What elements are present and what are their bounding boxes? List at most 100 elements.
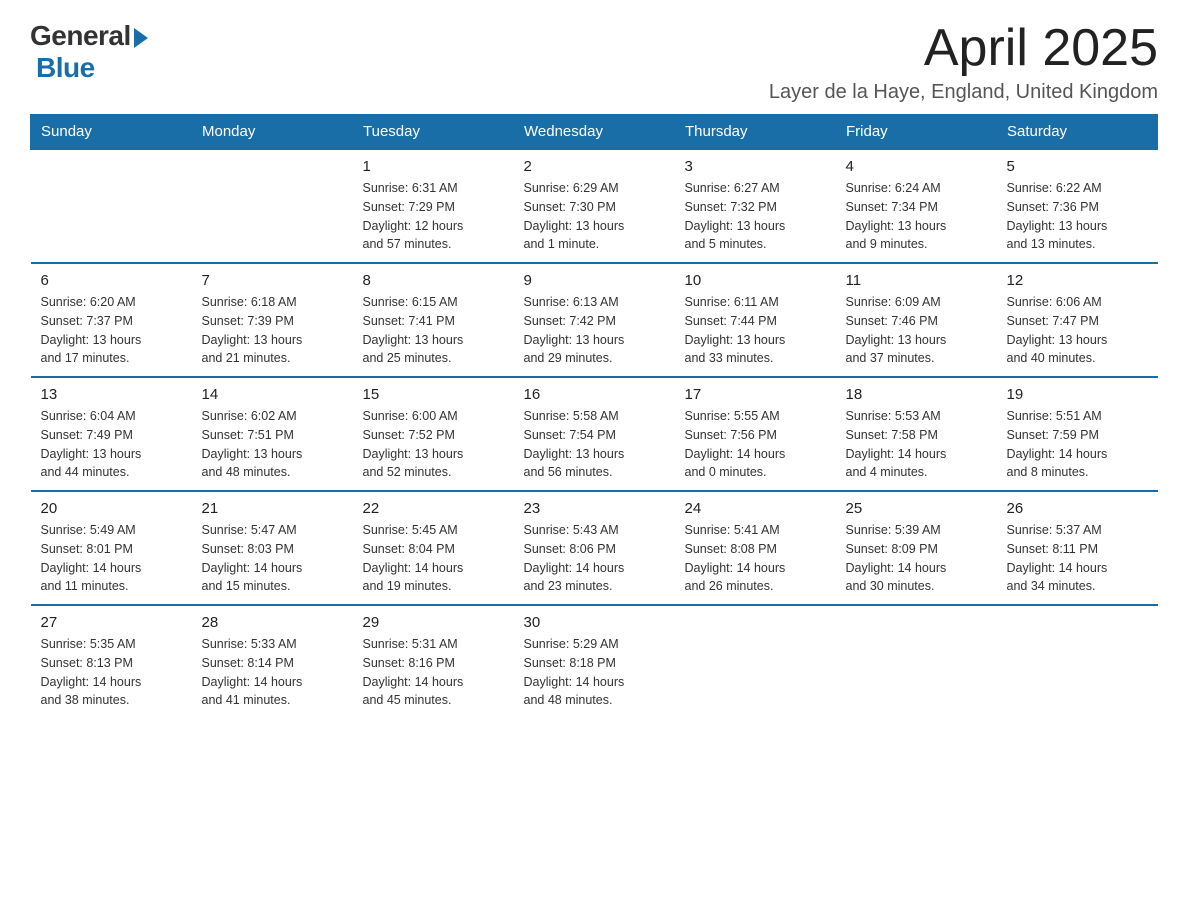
calendar-cell: 1 Sunrise: 6:31 AM Sunset: 7:29 PM Daylig… — [353, 149, 514, 263]
day-info: Sunrise: 5:29 AM Sunset: 8:18 PM Dayligh… — [524, 635, 665, 710]
day-number: 13 — [41, 386, 182, 403]
calendar-cell: 4 Sunrise: 6:24 AM Sunset: 7:34 PM Daylig… — [836, 149, 997, 263]
day-number: 12 — [1007, 272, 1148, 289]
calendar-cell — [31, 149, 192, 263]
day-number: 20 — [41, 500, 182, 517]
day-info: Sunrise: 6:31 AM Sunset: 7:29 PM Dayligh… — [363, 179, 504, 254]
calendar-cell: 25Sunrise: 5:39 AM Sunset: 8:09 PM Dayli… — [836, 491, 997, 605]
logo-arrow-icon — [134, 28, 148, 48]
day-number: 3 — [685, 158, 826, 175]
calendar-cell: 26Sunrise: 5:37 AM Sunset: 8:11 PM Dayli… — [997, 491, 1158, 605]
day-info: Sunrise: 6:09 AM Sunset: 7:46 PM Dayligh… — [846, 293, 987, 368]
day-info: Sunrise: 5:53 AM Sunset: 7:58 PM Dayligh… — [846, 407, 987, 482]
calendar-cell: 21 Sunrise: 5:47 AM Sunset: 8:03 PM Dayli… — [192, 491, 353, 605]
day-number: 23 — [524, 500, 665, 517]
day-number: 14 — [202, 386, 343, 403]
calendar-cell: 15Sunrise: 6:00 AM Sunset: 7:52 PM Dayli… — [353, 377, 514, 491]
weekday-header-friday: Friday — [836, 115, 997, 150]
day-info: Sunrise: 6:11 AM Sunset: 7:44 PM Dayligh… — [685, 293, 826, 368]
day-number: 24 — [685, 500, 826, 517]
calendar-cell: 5 Sunrise: 6:22 AM Sunset: 7:36 PM Daylig… — [997, 149, 1158, 263]
day-number: 9 — [524, 272, 665, 289]
calendar-cell: 28Sunrise: 5:33 AM Sunset: 8:14 PM Dayli… — [192, 605, 353, 718]
logo: General Blue — [30, 20, 148, 84]
calendar-week-row: 27Sunrise: 5:35 AM Sunset: 8:13 PM Dayli… — [31, 605, 1158, 718]
day-number: 2 — [524, 158, 665, 175]
month-title: April 2025 — [769, 20, 1158, 77]
day-info: Sunrise: 6:13 AM Sunset: 7:42 PM Dayligh… — [524, 293, 665, 368]
calendar-cell: 2 Sunrise: 6:29 AM Sunset: 7:30 PM Daylig… — [514, 149, 675, 263]
weekday-header-saturday: Saturday — [997, 115, 1158, 150]
weekday-header-sunday: Sunday — [31, 115, 192, 150]
calendar-cell: 13Sunrise: 6:04 AM Sunset: 7:49 PM Dayli… — [31, 377, 192, 491]
calendar-cell: 8 Sunrise: 6:15 AM Sunset: 7:41 PM Daylig… — [353, 263, 514, 377]
day-info: Sunrise: 5:51 AM Sunset: 7:59 PM Dayligh… — [1007, 407, 1148, 482]
calendar-cell: 27Sunrise: 5:35 AM Sunset: 8:13 PM Dayli… — [31, 605, 192, 718]
logo-blue-text: Blue — [36, 52, 95, 84]
calendar-cell: 16Sunrise: 5:58 AM Sunset: 7:54 PM Dayli… — [514, 377, 675, 491]
calendar-cell: 18 Sunrise: 5:53 AM Sunset: 7:58 PM Dayli… — [836, 377, 997, 491]
day-info: Sunrise: 6:02 AM Sunset: 7:51 PM Dayligh… — [202, 407, 343, 482]
location-title: Layer de la Haye, England, United Kingdo… — [769, 81, 1158, 104]
day-number: 27 — [41, 614, 182, 631]
calendar-cell: 22 Sunrise: 5:45 AM Sunset: 8:04 PM Dayli… — [353, 491, 514, 605]
weekday-header-wednesday: Wednesday — [514, 115, 675, 150]
day-info: Sunrise: 6:27 AM Sunset: 7:32 PM Dayligh… — [685, 179, 826, 254]
page-header: General Blue April 2025 Layer de la Haye… — [30, 20, 1158, 104]
day-number: 10 — [685, 272, 826, 289]
day-number: 19 — [1007, 386, 1148, 403]
calendar-cell: 23 Sunrise: 5:43 AM Sunset: 8:06 PM Dayli… — [514, 491, 675, 605]
calendar-cell — [836, 605, 997, 718]
day-info: Sunrise: 6:00 AM Sunset: 7:52 PM Dayligh… — [363, 407, 504, 482]
calendar-cell: 20Sunrise: 5:49 AM Sunset: 8:01 PM Dayli… — [31, 491, 192, 605]
calendar-cell: 17Sunrise: 5:55 AM Sunset: 7:56 PM Dayli… — [675, 377, 836, 491]
day-info: Sunrise: 5:37 AM Sunset: 8:11 PM Dayligh… — [1007, 521, 1148, 596]
day-number: 18 — [846, 386, 987, 403]
calendar-cell — [997, 605, 1158, 718]
day-number: 8 — [363, 272, 504, 289]
day-number: 22 — [363, 500, 504, 517]
day-number: 6 — [41, 272, 182, 289]
day-info: Sunrise: 5:47 AM Sunset: 8:03 PM Dayligh… — [202, 521, 343, 596]
day-info: Sunrise: 6:15 AM Sunset: 7:41 PM Dayligh… — [363, 293, 504, 368]
day-number: 30 — [524, 614, 665, 631]
day-number: 4 — [846, 158, 987, 175]
day-info: Sunrise: 6:20 AM Sunset: 7:37 PM Dayligh… — [41, 293, 182, 368]
day-number: 21 — [202, 500, 343, 517]
day-info: Sunrise: 5:45 AM Sunset: 8:04 PM Dayligh… — [363, 521, 504, 596]
day-info: Sunrise: 6:06 AM Sunset: 7:47 PM Dayligh… — [1007, 293, 1148, 368]
calendar-cell: 9 Sunrise: 6:13 AM Sunset: 7:42 PM Daylig… — [514, 263, 675, 377]
day-info: Sunrise: 5:43 AM Sunset: 8:06 PM Dayligh… — [524, 521, 665, 596]
calendar-cell: 6 Sunrise: 6:20 AM Sunset: 7:37 PM Daylig… — [31, 263, 192, 377]
calendar-cell: 30 Sunrise: 5:29 AM Sunset: 8:18 PM Dayli… — [514, 605, 675, 718]
calendar-cell: 3 Sunrise: 6:27 AM Sunset: 7:32 PM Daylig… — [675, 149, 836, 263]
calendar-cell: 29 Sunrise: 5:31 AM Sunset: 8:16 PM Dayli… — [353, 605, 514, 718]
calendar-week-row: 20Sunrise: 5:49 AM Sunset: 8:01 PM Dayli… — [31, 491, 1158, 605]
calendar-cell: 10 Sunrise: 6:11 AM Sunset: 7:44 PM Dayli… — [675, 263, 836, 377]
day-info: Sunrise: 5:58 AM Sunset: 7:54 PM Dayligh… — [524, 407, 665, 482]
calendar-cell: 12 Sunrise: 6:06 AM Sunset: 7:47 PM Dayli… — [997, 263, 1158, 377]
day-number: 11 — [846, 272, 987, 289]
calendar-week-row: 1 Sunrise: 6:31 AM Sunset: 7:29 PM Daylig… — [31, 149, 1158, 263]
calendar-week-row: 13Sunrise: 6:04 AM Sunset: 7:49 PM Dayli… — [31, 377, 1158, 491]
day-info: Sunrise: 6:24 AM Sunset: 7:34 PM Dayligh… — [846, 179, 987, 254]
weekday-header-monday: Monday — [192, 115, 353, 150]
logo-general-text: General — [30, 20, 131, 52]
day-number: 1 — [363, 158, 504, 175]
day-info: Sunrise: 6:29 AM Sunset: 7:30 PM Dayligh… — [524, 179, 665, 254]
day-number: 29 — [363, 614, 504, 631]
day-info: Sunrise: 6:22 AM Sunset: 7:36 PM Dayligh… — [1007, 179, 1148, 254]
weekday-header-tuesday: Tuesday — [353, 115, 514, 150]
weekday-header-row: SundayMondayTuesdayWednesdayThursdayFrid… — [31, 115, 1158, 150]
day-number: 5 — [1007, 158, 1148, 175]
calendar-cell — [192, 149, 353, 263]
day-info: Sunrise: 5:41 AM Sunset: 8:08 PM Dayligh… — [685, 521, 826, 596]
day-info: Sunrise: 5:31 AM Sunset: 8:16 PM Dayligh… — [363, 635, 504, 710]
day-number: 25 — [846, 500, 987, 517]
day-number: 17 — [685, 386, 826, 403]
calendar-cell: 14 Sunrise: 6:02 AM Sunset: 7:51 PM Dayli… — [192, 377, 353, 491]
calendar-cell: 19 Sunrise: 5:51 AM Sunset: 7:59 PM Dayli… — [997, 377, 1158, 491]
day-number: 28 — [202, 614, 343, 631]
day-number: 7 — [202, 272, 343, 289]
title-section: April 2025 Layer de la Haye, England, Un… — [769, 20, 1158, 104]
